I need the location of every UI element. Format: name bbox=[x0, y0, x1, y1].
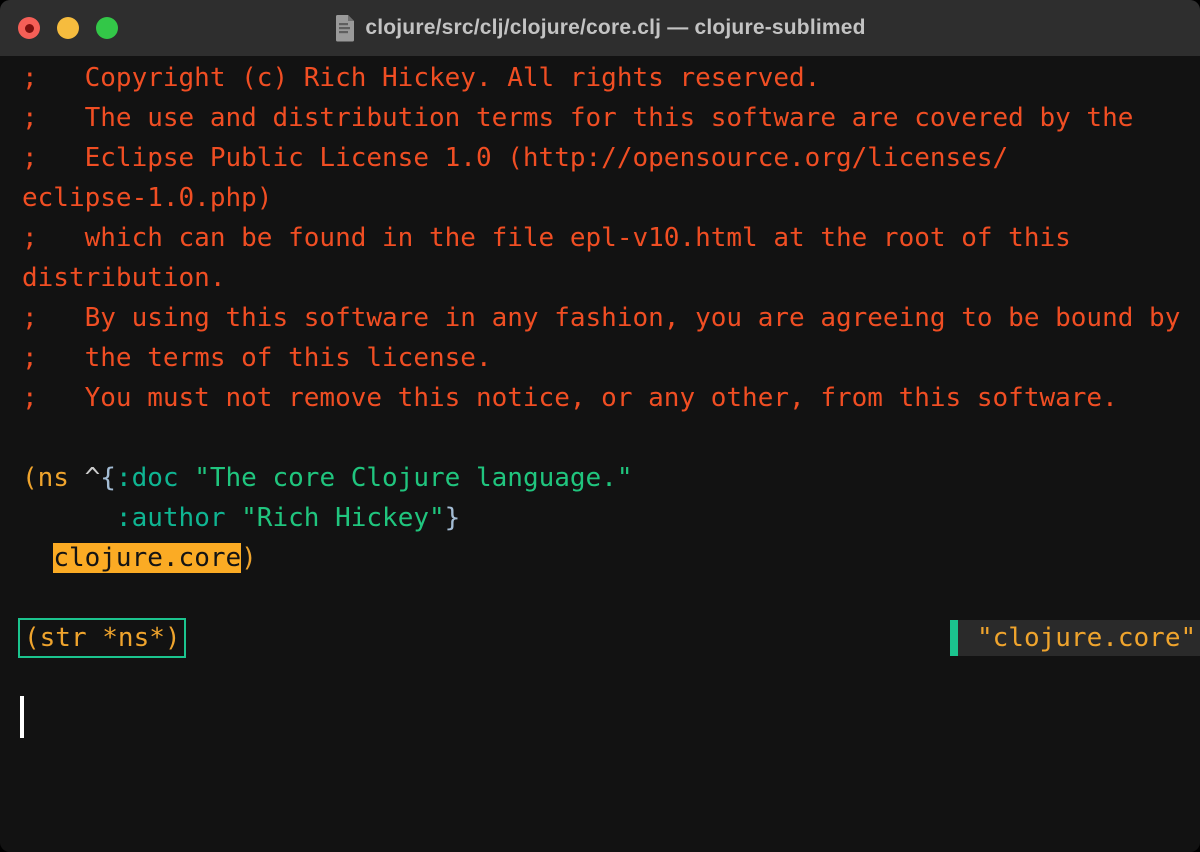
code-line[interactable]: :author "Rich Hickey"} bbox=[0, 498, 1200, 538]
window-title-area: clojure/src/clj/clojure/core.clj — cloju… bbox=[0, 0, 1200, 56]
code-line[interactable]: distribution. bbox=[0, 258, 1200, 298]
code-line[interactable]: ; By using this software in any fashion,… bbox=[0, 298, 1200, 338]
code-segment-plain bbox=[226, 503, 242, 533]
code-segment-comment: distribution. bbox=[22, 263, 226, 293]
code-segment-comment: ; You must not remove this notice, or an… bbox=[22, 383, 1118, 413]
code-line[interactable] bbox=[0, 418, 1200, 458]
code-segment-amber: (ns bbox=[22, 463, 85, 493]
window-title: clojure/src/clj/clojure/core.clj — cloju… bbox=[365, 16, 865, 40]
code-segment-string: "Rich Hickey" bbox=[241, 503, 445, 533]
code-segment-brace: } bbox=[445, 503, 461, 533]
code-line[interactable]: (ns ^{:doc "The core Clojure language." bbox=[0, 458, 1200, 498]
code-segment-string: "The core Clojure language." bbox=[194, 463, 632, 493]
document-icon bbox=[334, 14, 356, 42]
code-segment-highlight: clojure.core bbox=[53, 543, 241, 573]
window-controls bbox=[0, 17, 118, 39]
unsaved-changes-dot-icon bbox=[25, 24, 34, 33]
app-window: clojure/src/clj/clojure/core.clj — cloju… bbox=[0, 0, 1200, 852]
code-segment-comment: ; The use and distribution terms for thi… bbox=[22, 103, 1133, 133]
eval-result-panel: "clojure.core" bbox=[950, 620, 1200, 656]
code-segment-comment: ; Eclipse Public License 1.0 (http://ope… bbox=[22, 143, 1008, 173]
code-line[interactable]: ; The use and distribution terms for thi… bbox=[0, 98, 1200, 138]
code-segment-keyword: :author bbox=[116, 503, 226, 533]
eval-result-text: "clojure.core" bbox=[958, 620, 1196, 656]
code-line[interactable] bbox=[0, 578, 1200, 618]
code-segment-plain bbox=[22, 503, 116, 533]
code-line[interactable]: ; You must not remove this notice, or an… bbox=[0, 378, 1200, 418]
code-segment-keyword: :doc bbox=[116, 463, 179, 493]
close-button[interactable] bbox=[18, 17, 40, 39]
minimize-button[interactable] bbox=[57, 17, 79, 39]
zoom-button[interactable] bbox=[96, 17, 118, 39]
code-line[interactable]: ; the terms of this license. bbox=[0, 338, 1200, 378]
text-cursor bbox=[20, 696, 24, 738]
eval-result-bar-icon bbox=[950, 620, 958, 656]
code-line[interactable]: eclipse-1.0.php) bbox=[0, 178, 1200, 218]
code-segment-amber: ) bbox=[241, 543, 257, 573]
code-segment-comment: ; the terms of this license. bbox=[22, 343, 492, 373]
titlebar[interactable]: clojure/src/clj/clojure/core.clj — cloju… bbox=[0, 0, 1200, 56]
code-segment-comment: ; which can be found in the file epl-v10… bbox=[22, 223, 1071, 253]
code-segment-comment: eclipse-1.0.php) bbox=[22, 183, 272, 213]
code-line[interactable] bbox=[0, 698, 1200, 738]
code-segment-comment: ; By using this software in any fashion,… bbox=[22, 303, 1180, 333]
code-line[interactable]: ; Copyright (c) Rich Hickey. All rights … bbox=[0, 58, 1200, 98]
code-line[interactable]: ; Eclipse Public License 1.0 (http://ope… bbox=[0, 138, 1200, 178]
code-segment-plain bbox=[22, 543, 53, 573]
code-segment-plain bbox=[179, 463, 195, 493]
code-segment-brace: { bbox=[100, 463, 116, 493]
code-line[interactable]: ; which can be found in the file epl-v10… bbox=[0, 218, 1200, 258]
code-line[interactable]: clojure.core) bbox=[0, 538, 1200, 578]
code-editor[interactable]: ; Copyright (c) Rich Hickey. All rights … bbox=[0, 56, 1200, 852]
code-segment-comment: ; Copyright (c) Rich Hickey. All rights … bbox=[22, 63, 820, 93]
code-segment-evalbox: (str *ns*) bbox=[18, 618, 186, 658]
code-segment-meta: ^ bbox=[85, 463, 101, 493]
code-line[interactable] bbox=[0, 658, 1200, 698]
